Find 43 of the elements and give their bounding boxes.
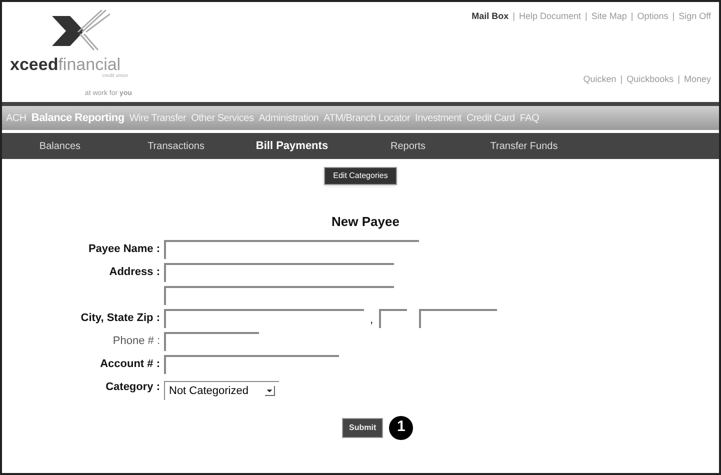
subnav-tab[interactable]: Transactions <box>118 138 234 154</box>
nav-tab[interactable]: Wire Transfer <box>129 110 186 126</box>
form-title: New Payee <box>332 213 400 231</box>
field-label: Category : <box>106 380 160 396</box>
software-link[interactable]: Quicken <box>583 72 616 86</box>
subnav-tab[interactable]: Transfer Funds <box>466 138 582 154</box>
submit-button[interactable]: Submit <box>342 418 384 438</box>
category-select[interactable]: Not Categorized <box>164 381 278 400</box>
field-label: Phone # : <box>112 334 160 350</box>
field-label: Payee Name : <box>88 242 160 258</box>
dropdown-arrow-icon <box>264 386 274 396</box>
link-separator: | <box>672 10 675 23</box>
edit-categories-button[interactable]: Edit Categories <box>324 167 397 185</box>
link-separator: | <box>678 72 680 86</box>
link-separator: | <box>585 10 588 23</box>
nav-tab[interactable]: Administration <box>258 110 319 126</box>
field-label: Account # : <box>100 357 160 372</box>
logo-wordmark: xceedfinancial <box>10 56 121 73</box>
software-link[interactable]: Money <box>684 72 711 86</box>
subnav-tab[interactable]: Balances <box>2 138 118 154</box>
nav-tab[interactable]: Balance Reporting <box>31 110 124 126</box>
field-label: City, State Zip : <box>80 311 160 326</box>
link-separator: | <box>630 10 634 23</box>
callout-marker: 1 <box>389 416 414 440</box>
nav-tab[interactable]: Other Services <box>191 110 254 126</box>
link-separator: | <box>512 10 516 23</box>
nav-tab[interactable]: ACH <box>6 110 26 126</box>
header-link[interactable]: Mail Box <box>472 10 509 24</box>
software-link[interactable]: Quickbooks <box>626 72 674 86</box>
header-link[interactable]: Help Document <box>519 10 582 24</box>
logo-icon <box>50 10 110 52</box>
subnav-tab[interactable]: Reports <box>350 138 466 154</box>
header-link[interactable]: Options <box>637 10 668 24</box>
header-link[interactable]: Sign Off <box>678 10 711 24</box>
nav-tab[interactable]: FAQ <box>520 110 540 126</box>
subnav-tab[interactable]: Bill Payments <box>234 138 350 154</box>
nav-tab[interactable]: Investment <box>415 110 462 126</box>
nav-tab[interactable]: Credit Card <box>466 110 515 126</box>
field-label: Address : <box>109 265 160 280</box>
link-separator: | <box>620 72 623 86</box>
separator-text: , <box>370 312 374 328</box>
header-link[interactable]: Site Map <box>591 10 627 24</box>
nav-tab[interactable]: ATM/Branch Locator <box>324 110 410 126</box>
